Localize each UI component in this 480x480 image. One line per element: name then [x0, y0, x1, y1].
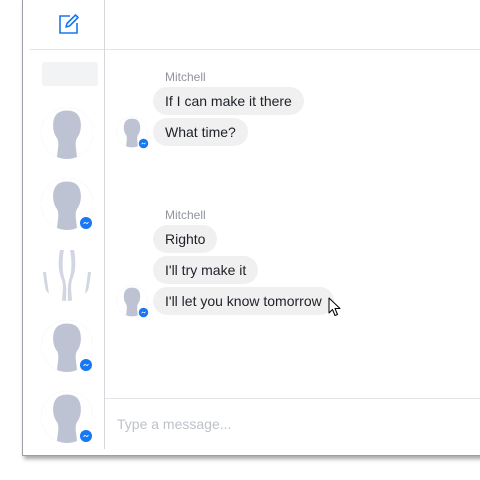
message-input[interactable] — [117, 412, 467, 436]
messenger-badge-icon — [79, 358, 93, 372]
contact-avatar[interactable] — [40, 177, 94, 231]
default-avatar-icon — [41, 249, 93, 301]
default-avatar-icon — [41, 107, 93, 159]
sender-avatar[interactable] — [116, 116, 149, 149]
message-bubble[interactable]: Righto — [153, 225, 218, 253]
sender-avatar[interactable] — [116, 285, 149, 318]
sidebar-search-placeholder[interactable] — [42, 62, 98, 86]
compose-button[interactable] — [57, 12, 81, 36]
sender-name: Mitchell — [165, 208, 206, 222]
message-bubble[interactable]: I'll try make it — [153, 256, 259, 284]
compose-icon — [59, 14, 79, 34]
messenger-badge-icon — [138, 138, 149, 149]
messenger-badge-icon — [79, 216, 93, 230]
message-bubble[interactable]: What time? — [153, 118, 248, 146]
contact-avatar[interactable] — [40, 106, 94, 160]
message-bubble[interactable]: I'll let you know tomorrow — [153, 287, 334, 315]
header-divider — [105, 49, 480, 50]
composer-divider — [105, 398, 480, 399]
contact-avatar[interactable] — [40, 319, 94, 373]
mouse-pointer-icon — [328, 297, 341, 316]
message-bubble[interactable]: If I can make it there — [153, 87, 304, 115]
sender-name: Mitchell — [165, 70, 206, 84]
contact-avatar[interactable] — [40, 248, 94, 302]
messenger-badge-icon — [138, 307, 149, 318]
contact-avatar[interactable] — [40, 390, 94, 444]
messenger-badge-icon — [79, 429, 93, 443]
